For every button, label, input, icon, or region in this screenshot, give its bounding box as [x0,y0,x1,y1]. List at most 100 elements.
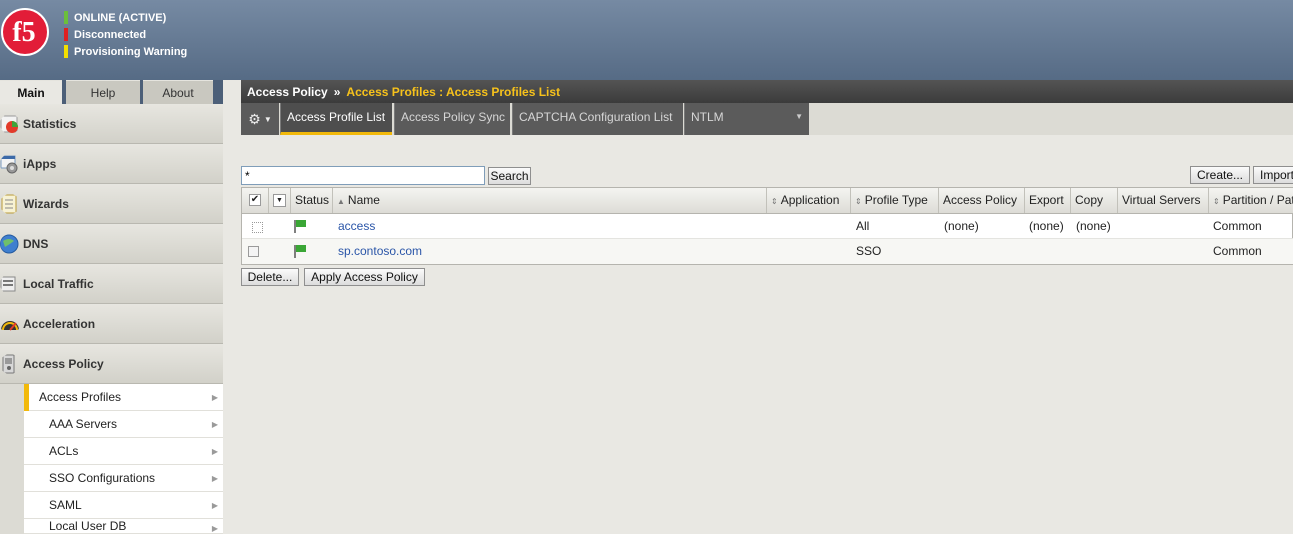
local-traffic-icon [0,276,16,291]
table-row: access All (none) (none) (none) Common [242,214,1293,239]
column-profile-type[interactable]: ⇕ Profile Type [851,188,939,213]
tab-about[interactable]: About [143,80,213,104]
tab-ntlm[interactable]: NTLM ▼ [684,103,809,135]
dns-icon [0,234,19,253]
column-menu-header: ▼ [269,188,291,213]
access-policy-value: (none) [944,219,979,233]
partition-value: Common [1213,219,1262,233]
subnav-acls[interactable]: ACLs ▶ [24,438,223,465]
profile-name-link[interactable]: access [338,214,375,239]
iapps-icon [0,155,18,173]
sort-icon: ⇕ [1213,197,1220,206]
sidebar-item-local-traffic[interactable]: Local Traffic [0,264,223,304]
profile-name-link[interactable]: sp.contoso.com [338,239,422,264]
gear-icon: ⚙ [248,110,261,127]
chevron-down-icon: ▼ [795,112,803,121]
sidebar-item-statistics[interactable]: Statistics [0,104,223,144]
tab-captcha-configuration-list[interactable]: CAPTCHA Configuration List [512,103,683,135]
sidebar-item-dns[interactable]: DNS [0,224,223,264]
column-virtual-servers[interactable]: Virtual Servers [1118,188,1209,213]
breadcrumb-section[interactable]: Access Policy [247,85,328,99]
apply-access-policy-button[interactable]: Apply Access Policy [304,268,425,286]
table-header: ✔ ▼ Status ▲ Name ⇕ Application ⇕ Profile T… [242,188,1293,214]
status-disconnected: Disconnected [64,26,187,43]
sidebar-item-label: Local Traffic [23,276,94,291]
status-flag-icon [294,245,306,258]
column-application-label: Application [780,193,840,207]
sub-toolbar: ⚙ ▼ Access Profile List Access Policy Syn… [241,103,1293,135]
row-checkbox[interactable] [252,222,263,233]
table-row: sp.contoso.com SSO Common [242,239,1293,264]
delete-button[interactable]: Delete... [241,268,299,286]
breadcrumb: Access Policy » Access Profiles : Access… [241,80,1293,103]
profile-type: All [856,219,870,233]
subnav-label: AAA Servers [49,417,118,431]
status-provisioning: Provisioning Warning [64,43,187,60]
subnav-local-user-db[interactable]: Local User DB ▶ [24,519,223,534]
column-name-label: Name [347,193,380,207]
sidebar-item-label: Access Policy [23,356,104,371]
sidebar-item-acceleration[interactable]: Acceleration [0,304,223,344]
subnav-label: SSO Configurations [49,471,156,485]
chevron-right-icon: ▶ [211,473,218,483]
sidebar-item-iapps[interactable]: iApps [0,144,223,184]
status-list: ONLINE (ACTIVE) Disconnected Provisionin… [64,9,187,60]
status-provisioning-label: Provisioning Warning [74,45,188,58]
status-online: ONLINE (ACTIVE) [64,9,187,26]
sort-icon: ⇕ [771,197,778,206]
chevron-right-icon: ▶ [211,446,218,456]
subnav-sso-configurations[interactable]: SSO Configurations ▶ [24,465,223,492]
tab-access-profile-list[interactable]: Access Profile List [280,103,392,135]
column-access-policy[interactable]: Access Policy [939,188,1025,213]
sort-icon: ⇕ [855,197,862,206]
sidebar-item-access-policy[interactable]: Access Policy [0,344,223,384]
status-flag-icon [294,220,306,233]
column-name[interactable]: ▲ Name [333,188,767,213]
wizards-icon [1,194,17,213]
sidebar-item-label: Acceleration [23,316,96,331]
subnav-saml[interactable]: SAML ▶ [24,492,223,519]
status-online-indicator [64,11,68,24]
status-online-label: ONLINE (ACTIVE) [74,11,167,24]
subnav-aaa-servers[interactable]: AAA Servers ▶ [24,411,223,438]
column-copy[interactable]: Copy [1071,188,1118,213]
sidebar: Statistics iApps Wizards DNS Local Traff… [0,104,223,534]
column-profile-type-label: Profile Type [864,193,928,207]
copy-value: (none) [1076,219,1111,233]
select-all-checkbox[interactable]: ✔ [249,194,261,206]
chevron-right-icon: ▶ [211,419,218,429]
import-button[interactable]: Import... [1253,166,1293,184]
sort-asc-icon: ▲ [337,197,345,206]
subnav-label: SAML [49,498,82,512]
profiles-table: ✔ ▼ Status ▲ Name ⇕ Application ⇕ Profile T… [241,187,1293,265]
status-provisioning-indicator [64,45,68,58]
sidebar-item-label: DNS [23,236,49,251]
subnav-access-profiles[interactable]: Access Profiles ▶ [29,384,223,411]
export-value: (none) [1029,219,1064,233]
app-header: f5 ONLINE (ACTIVE) Disconnected Provisio… [0,0,1293,80]
statistics-icon [0,115,18,133]
column-partition[interactable]: ⇕Partition / Path [1209,188,1293,213]
column-partition-label: Partition / Path [1222,193,1293,207]
access-policy-icon [2,354,15,373]
main-tabs: Main Help About [0,80,223,104]
sidebar-item-label: Statistics [23,116,77,131]
column-status[interactable]: Status [291,188,333,213]
select-all-header: ✔ [242,188,269,213]
column-application[interactable]: ⇕ Application [767,188,851,213]
row-checkbox[interactable] [248,246,259,257]
sidebar-item-wizards[interactable]: Wizards [0,184,223,224]
status-disconnected-indicator [64,28,68,41]
breadcrumb-separator: » [333,84,341,99]
column-menu-button[interactable]: ▼ [273,194,286,207]
tab-help[interactable]: Help [66,80,140,104]
gear-menu-button[interactable]: ⚙ ▼ [241,103,279,135]
search-input[interactable] [241,166,485,185]
column-export[interactable]: Export [1025,188,1071,213]
create-button[interactable]: Create... [1190,166,1250,184]
chevron-down-icon: ▼ [263,114,272,124]
tab-main[interactable]: Main [0,80,62,104]
f5-logo-icon[interactable]: f5 [0,7,50,57]
tab-access-policy-sync[interactable]: Access Policy Sync [394,103,510,135]
search-button[interactable]: Search [488,167,531,185]
